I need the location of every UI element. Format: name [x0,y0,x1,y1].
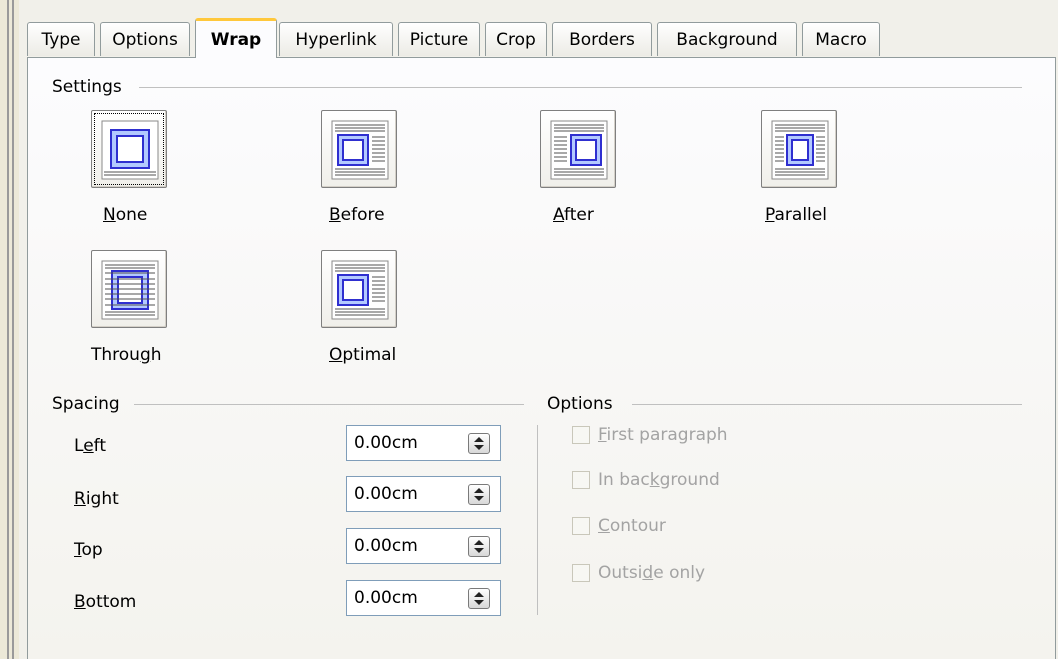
wrap-after-label: After [553,205,594,225]
wrap-none-label: None [103,205,148,225]
wrap-before-icon [331,120,389,180]
left-label: Left [74,436,107,456]
wrap-optimal-label: Optimal [329,345,397,365]
tab-wrap[interactable]: Wrap [195,18,277,58]
tab-options[interactable]: Options [100,22,190,56]
first-paragraph-label: First paragraph [598,425,728,445]
checkbox-box[interactable] [572,471,590,489]
top-value[interactable]: 0.00cm [354,536,418,556]
wrap-before-button[interactable] [321,110,397,188]
options-title: Options [547,394,613,414]
contour-label: Contour [598,516,666,536]
bottom-spinbox[interactable]: 0.00cm [346,580,501,616]
top-label: Top [74,540,103,560]
outside-only-label: Outside only [598,563,706,583]
options-divider [632,404,1022,405]
tab-crop[interactable]: Crop [485,22,547,56]
outside-only-checkbox[interactable]: Outside only [572,563,705,583]
wrap-after-button[interactable] [540,110,616,188]
wrap-through-button[interactable] [91,250,167,328]
spacing-divider [134,404,524,405]
right-spinbox[interactable]: 0.00cm [346,476,501,512]
right-label: Right [74,489,119,509]
spin-arrows-icon [474,540,484,553]
top-spinbox[interactable]: 0.00cm [346,528,501,564]
wrap-through-icon [101,260,159,320]
checkbox-box[interactable] [572,564,590,582]
spin-arrows-icon [474,488,484,501]
wrap-none-icon [101,120,159,180]
tab-borders[interactable]: Borders [552,22,652,56]
right-value[interactable]: 0.00cm [354,484,418,504]
contour-checkbox[interactable]: Contour [572,516,666,536]
left-spin-arrows[interactable] [468,433,490,454]
tab-background[interactable]: Background [657,22,797,56]
left-spinbox[interactable]: 0.00cm [346,425,501,461]
window-edge [7,0,9,659]
wrap-optimal-icon [331,260,389,320]
bottom-value[interactable]: 0.00cm [354,588,418,608]
right-spin-arrows[interactable] [468,484,490,505]
checkbox-box[interactable] [572,426,590,444]
tab-macro[interactable]: Macro [802,22,880,56]
wrap-none-button[interactable] [91,110,167,188]
tab-picture[interactable]: Picture [398,22,480,56]
left-value[interactable]: 0.00cm [354,433,418,453]
window-edge-inner [12,0,14,659]
options-separator [537,425,538,615]
settings-divider [139,87,1022,88]
in-background-label: In background [598,470,720,490]
wrap-after-icon [550,120,608,180]
in-background-checkbox[interactable]: In background [572,470,720,490]
spin-arrows-icon [474,592,484,605]
wrap-before-label: Before [329,205,385,225]
wrap-parallel-icon [771,120,829,180]
settings-title: Settings [52,77,122,97]
checkbox-box[interactable] [572,517,590,535]
spacing-title: Spacing [52,394,120,414]
top-spin-arrows[interactable] [468,536,490,557]
bottom-label: Bottom [74,592,137,612]
tab-hyperlink[interactable]: Hyperlink [279,22,393,56]
first-paragraph-checkbox[interactable]: First paragraph [572,425,728,445]
bottom-spin-arrows[interactable] [468,588,490,609]
wrap-parallel-label: Parallel [765,205,827,225]
tab-type[interactable]: Type [27,22,95,56]
wrap-parallel-button[interactable] [761,110,837,188]
wrap-optimal-button[interactable] [321,250,397,328]
spin-arrows-icon [474,437,484,450]
wrap-through-label: Through [91,345,162,365]
